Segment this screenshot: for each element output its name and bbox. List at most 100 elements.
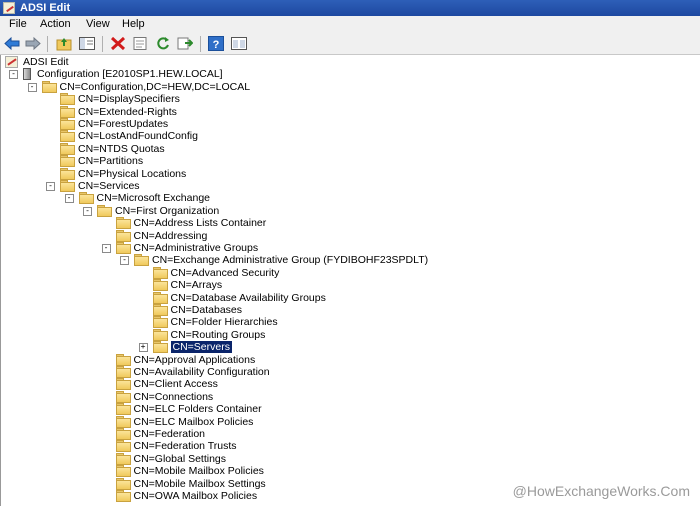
- back-arrow-icon[interactable]: [4, 36, 20, 51]
- tree-node-label: CN=Routing Groups: [170, 328, 266, 341]
- tree-node[interactable]: CN=Partitions: [1, 155, 691, 168]
- delete-icon[interactable]: [110, 36, 126, 51]
- collapse-toggle-icon[interactable]: -: [64, 194, 74, 204]
- folder-icon: [115, 390, 131, 403]
- collapse-toggle-icon[interactable]: -: [9, 70, 18, 80]
- tree-node-label: CN=OWA Mailbox Policies: [133, 490, 258, 502]
- tree-node-label: CN=Folder Hierarchies: [170, 316, 278, 329]
- toolbar: ?: [0, 33, 700, 55]
- tree-node[interactable]: CN=Addressing: [1, 229, 691, 242]
- tree-node-label: CN=Federation Trusts: [133, 440, 237, 453]
- selected-node-label: CN=Servers: [170, 341, 232, 354]
- show-hide-tree-icon[interactable]: [79, 36, 95, 51]
- tree-node-label: CN=DisplaySpecifiers: [78, 93, 180, 106]
- tree-node[interactable]: - CN=Microsoft Exchange: [1, 192, 691, 205]
- tree-node[interactable]: CN=Approval Applications: [1, 353, 691, 366]
- folder-icon: [41, 80, 57, 93]
- collapse-toggle-icon[interactable]: -: [101, 244, 111, 253]
- tree-node-label: CN=Federation: [133, 428, 206, 440]
- tree-node-label: CN=Approval Applications: [133, 353, 256, 366]
- tree-node-label: CN=Connections: [133, 390, 214, 403]
- tree-node[interactable]: - CN=Services: [1, 180, 691, 192]
- tree-node[interactable]: + CN=Servers: [1, 341, 691, 354]
- tree-node[interactable]: CN=Physical Locations: [1, 167, 691, 180]
- tree-node-label: CN=Extended-Rights: [78, 105, 177, 118]
- tree-node[interactable]: CN=Federation: [1, 428, 691, 440]
- tree-node-label: CN=LostAndFoundConfig: [78, 130, 198, 143]
- properties-icon[interactable]: [132, 36, 148, 51]
- tree-node[interactable]: CN=ELC Folders Container: [1, 403, 691, 416]
- menu-action[interactable]: Action: [40, 18, 71, 30]
- tree-node[interactable]: CN=Mobile Mailbox Policies: [1, 465, 691, 478]
- folder-icon: [152, 279, 168, 292]
- tree-node[interactable]: CN=NTDS Quotas: [1, 142, 691, 155]
- tree-node[interactable]: CN=Extended-Rights: [1, 105, 691, 118]
- collapse-toggle-icon[interactable]: -: [120, 256, 129, 266]
- tree-node-label: CN=Mobile Mailbox Policies: [133, 465, 264, 478]
- toolbar-separator: [200, 36, 201, 52]
- tree-node[interactable]: CN=DisplaySpecifiers: [1, 93, 691, 106]
- tree-node-label: CN=Database Availability Groups: [170, 291, 326, 304]
- tree-node-label: CN=Partitions: [78, 155, 144, 168]
- folder-icon: [115, 415, 131, 428]
- tree-node[interactable]: CN=LostAndFoundConfig: [1, 130, 691, 143]
- tree-node[interactable]: CN=Databases: [1, 304, 691, 316]
- refresh-icon[interactable]: [155, 36, 171, 51]
- tree-node-label: CN=Advanced Security: [170, 266, 280, 279]
- server-icon: [23, 68, 31, 81]
- menu-file[interactable]: File: [9, 18, 27, 30]
- folder-icon: [115, 229, 131, 242]
- tree-node[interactable]: CN=ForestUpdates: [1, 118, 691, 130]
- tree-node-label: CN=Administrative Groups: [133, 242, 259, 254]
- help-icon[interactable]: ?: [208, 36, 224, 51]
- tree-node[interactable]: CN=Client Access: [1, 378, 691, 391]
- folder-icon: [115, 242, 131, 254]
- tree-node[interactable]: CN=Database Availability Groups: [1, 291, 691, 304]
- toolbar-separator: [102, 36, 103, 52]
- tree-node[interactable]: CN=Availability Configuration: [1, 366, 691, 378]
- tree-node[interactable]: CN=ELC Mailbox Policies: [1, 415, 691, 428]
- tree-node[interactable]: CN=Advanced Security: [1, 266, 691, 279]
- tree-node-label: CN=ELC Folders Container: [133, 403, 262, 416]
- tree-node[interactable]: CN=Address Lists Container: [1, 217, 691, 230]
- up-folder-icon[interactable]: [56, 36, 72, 51]
- tree-node[interactable]: - Configuration [E2010SP1.HEW.LOCAL]: [1, 68, 691, 81]
- folder-icon: [60, 105, 75, 118]
- collapse-toggle-icon[interactable]: -: [27, 82, 37, 92]
- tree-node-label: CN=Mobile Mailbox Settings: [133, 477, 266, 490]
- folder-icon: [60, 167, 75, 180]
- tree-node[interactable]: ADSI Edit: [1, 56, 691, 68]
- expand-toggle-icon[interactable]: +: [138, 343, 148, 353]
- export-list-icon[interactable]: [177, 36, 193, 51]
- tree-node-label: CN=Services: [78, 180, 140, 192]
- tree-node[interactable]: CN=Arrays: [1, 279, 691, 292]
- menu-view[interactable]: View: [86, 18, 110, 30]
- tree-node[interactable]: - CN=Administrative Groups: [1, 242, 691, 254]
- folder-icon: [115, 353, 131, 366]
- folder-icon: [60, 93, 75, 106]
- folder-icon: [60, 155, 75, 168]
- menu-help[interactable]: Help: [122, 18, 145, 30]
- tree-node[interactable]: - CN=First Organization: [1, 204, 691, 217]
- tree-node[interactable]: CN=Folder Hierarchies: [1, 316, 691, 329]
- console-tree-icon[interactable]: [231, 36, 247, 51]
- tree-node[interactable]: CN=Global Settings: [1, 452, 691, 465]
- tree-node-label: CN=Addressing: [133, 229, 208, 242]
- tree-node[interactable]: CN=Routing Groups: [1, 328, 691, 341]
- tree-node-label: CN=NTDS Quotas: [78, 142, 165, 155]
- tree-node[interactable]: CN=Connections: [1, 390, 691, 403]
- tree-node-label: Configuration [E2010SP1.HEW.LOCAL]: [37, 68, 223, 81]
- folder-icon: [115, 366, 131, 378]
- collapse-toggle-icon[interactable]: -: [46, 182, 55, 191]
- forward-arrow-icon[interactable]: [25, 36, 41, 51]
- collapse-toggle-icon[interactable]: -: [83, 206, 92, 216]
- folder-icon: [60, 118, 75, 130]
- adsi-edit-icon: [5, 56, 18, 68]
- window-title: ADSI Edit: [20, 2, 71, 14]
- tree-node-label: CN=First Organization: [115, 204, 220, 217]
- svg-text:?: ?: [213, 39, 220, 51]
- folder-icon: [60, 130, 75, 143]
- tree-node[interactable]: CN=Federation Trusts: [1, 440, 691, 453]
- tree-node[interactable]: - CN=Exchange Administrative Group (FYDIB…: [1, 254, 691, 267]
- tree-node[interactable]: - CN=Configuration,DC=HEW,DC=LOCAL: [1, 80, 691, 93]
